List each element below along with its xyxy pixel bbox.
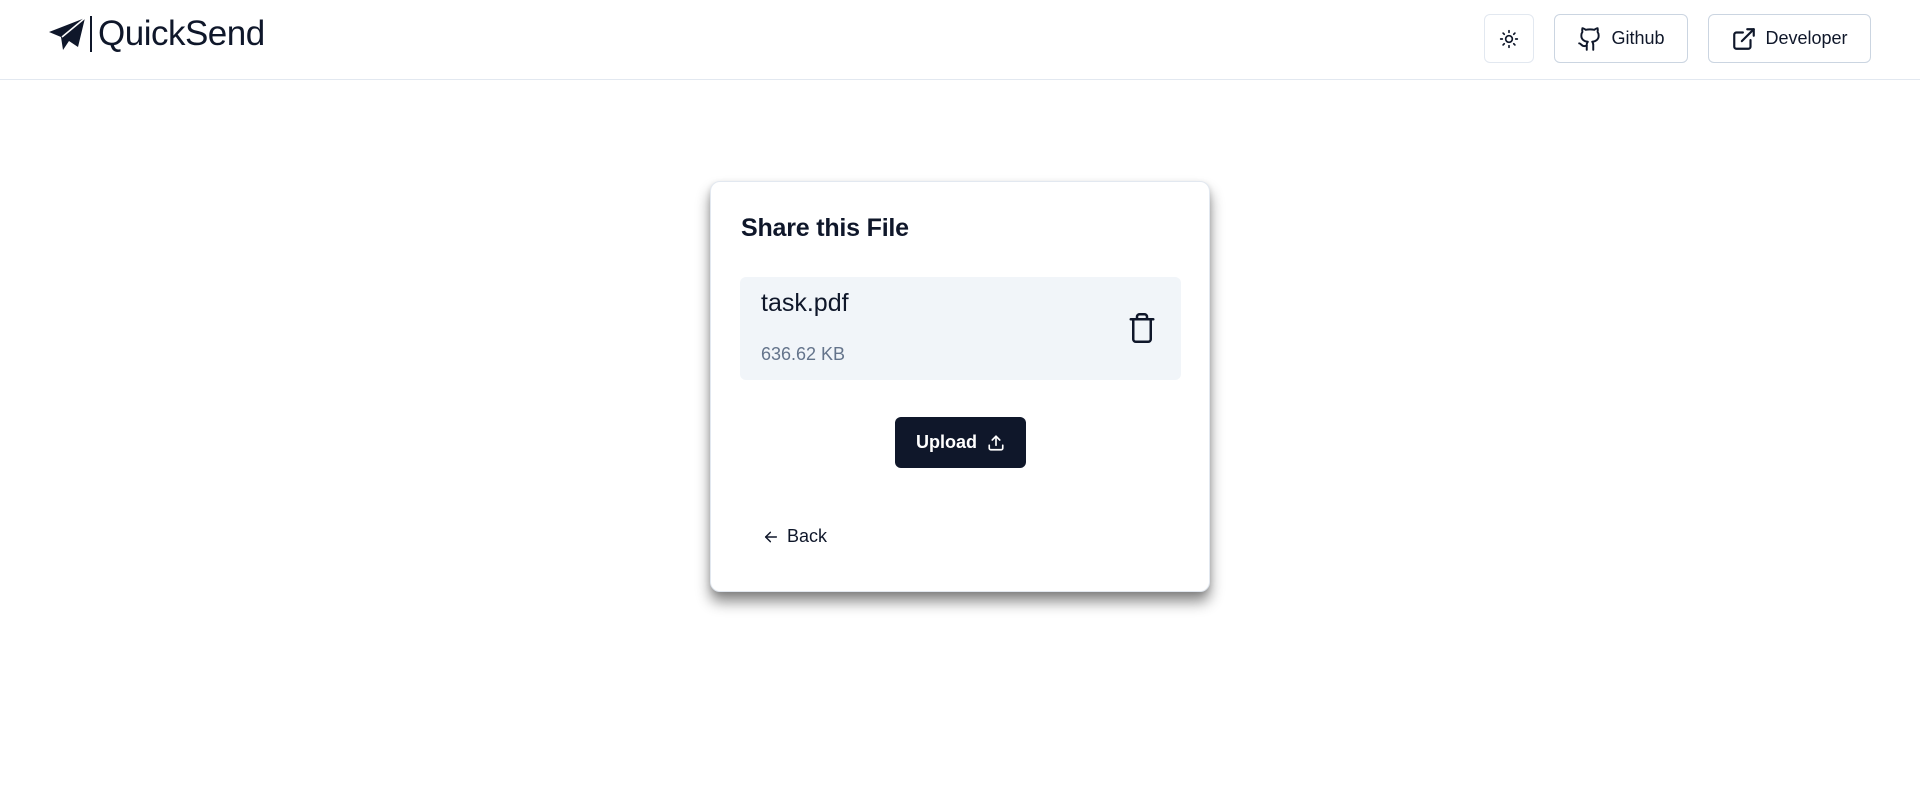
github-icon: [1578, 26, 1601, 51]
paper-plane-icon: [49, 17, 86, 50]
external-link-icon: [1733, 27, 1756, 50]
upload-button[interactable]: Upload: [895, 417, 1026, 468]
upload-icon: [988, 434, 1004, 451]
delete-file-button[interactable]: [1125, 309, 1159, 347]
upload-label: Upload: [916, 432, 977, 452]
share-file-card: Share this File task.pdf 636.62 KB Uploa…: [710, 181, 1210, 592]
trash-icon: [1129, 313, 1155, 343]
sun-icon: [1499, 29, 1519, 48]
file-size: 636.62 KB: [761, 344, 846, 364]
brand-name: QuickSend: [98, 14, 265, 53]
back-button[interactable]: Back: [763, 526, 827, 547]
developer-button[interactable]: Developer: [1708, 14, 1871, 63]
github-label: Github: [1611, 28, 1665, 48]
logo-divider: [90, 16, 92, 52]
back-label: Back: [787, 526, 828, 546]
github-button[interactable]: Github: [1554, 14, 1688, 63]
developer-label: Developer: [1765, 28, 1848, 48]
theme-toggle-button[interactable]: [1484, 14, 1534, 63]
top-header: QuickSend Github Developer: [0, 0, 1920, 80]
file-item: task.pdf 636.62 KB: [740, 277, 1181, 380]
file-name: task.pdf: [761, 289, 849, 317]
card-title: Share this File: [741, 214, 909, 242]
arrow-left-icon: [764, 531, 778, 542]
logo[interactable]: QuickSend: [48, 14, 265, 54]
